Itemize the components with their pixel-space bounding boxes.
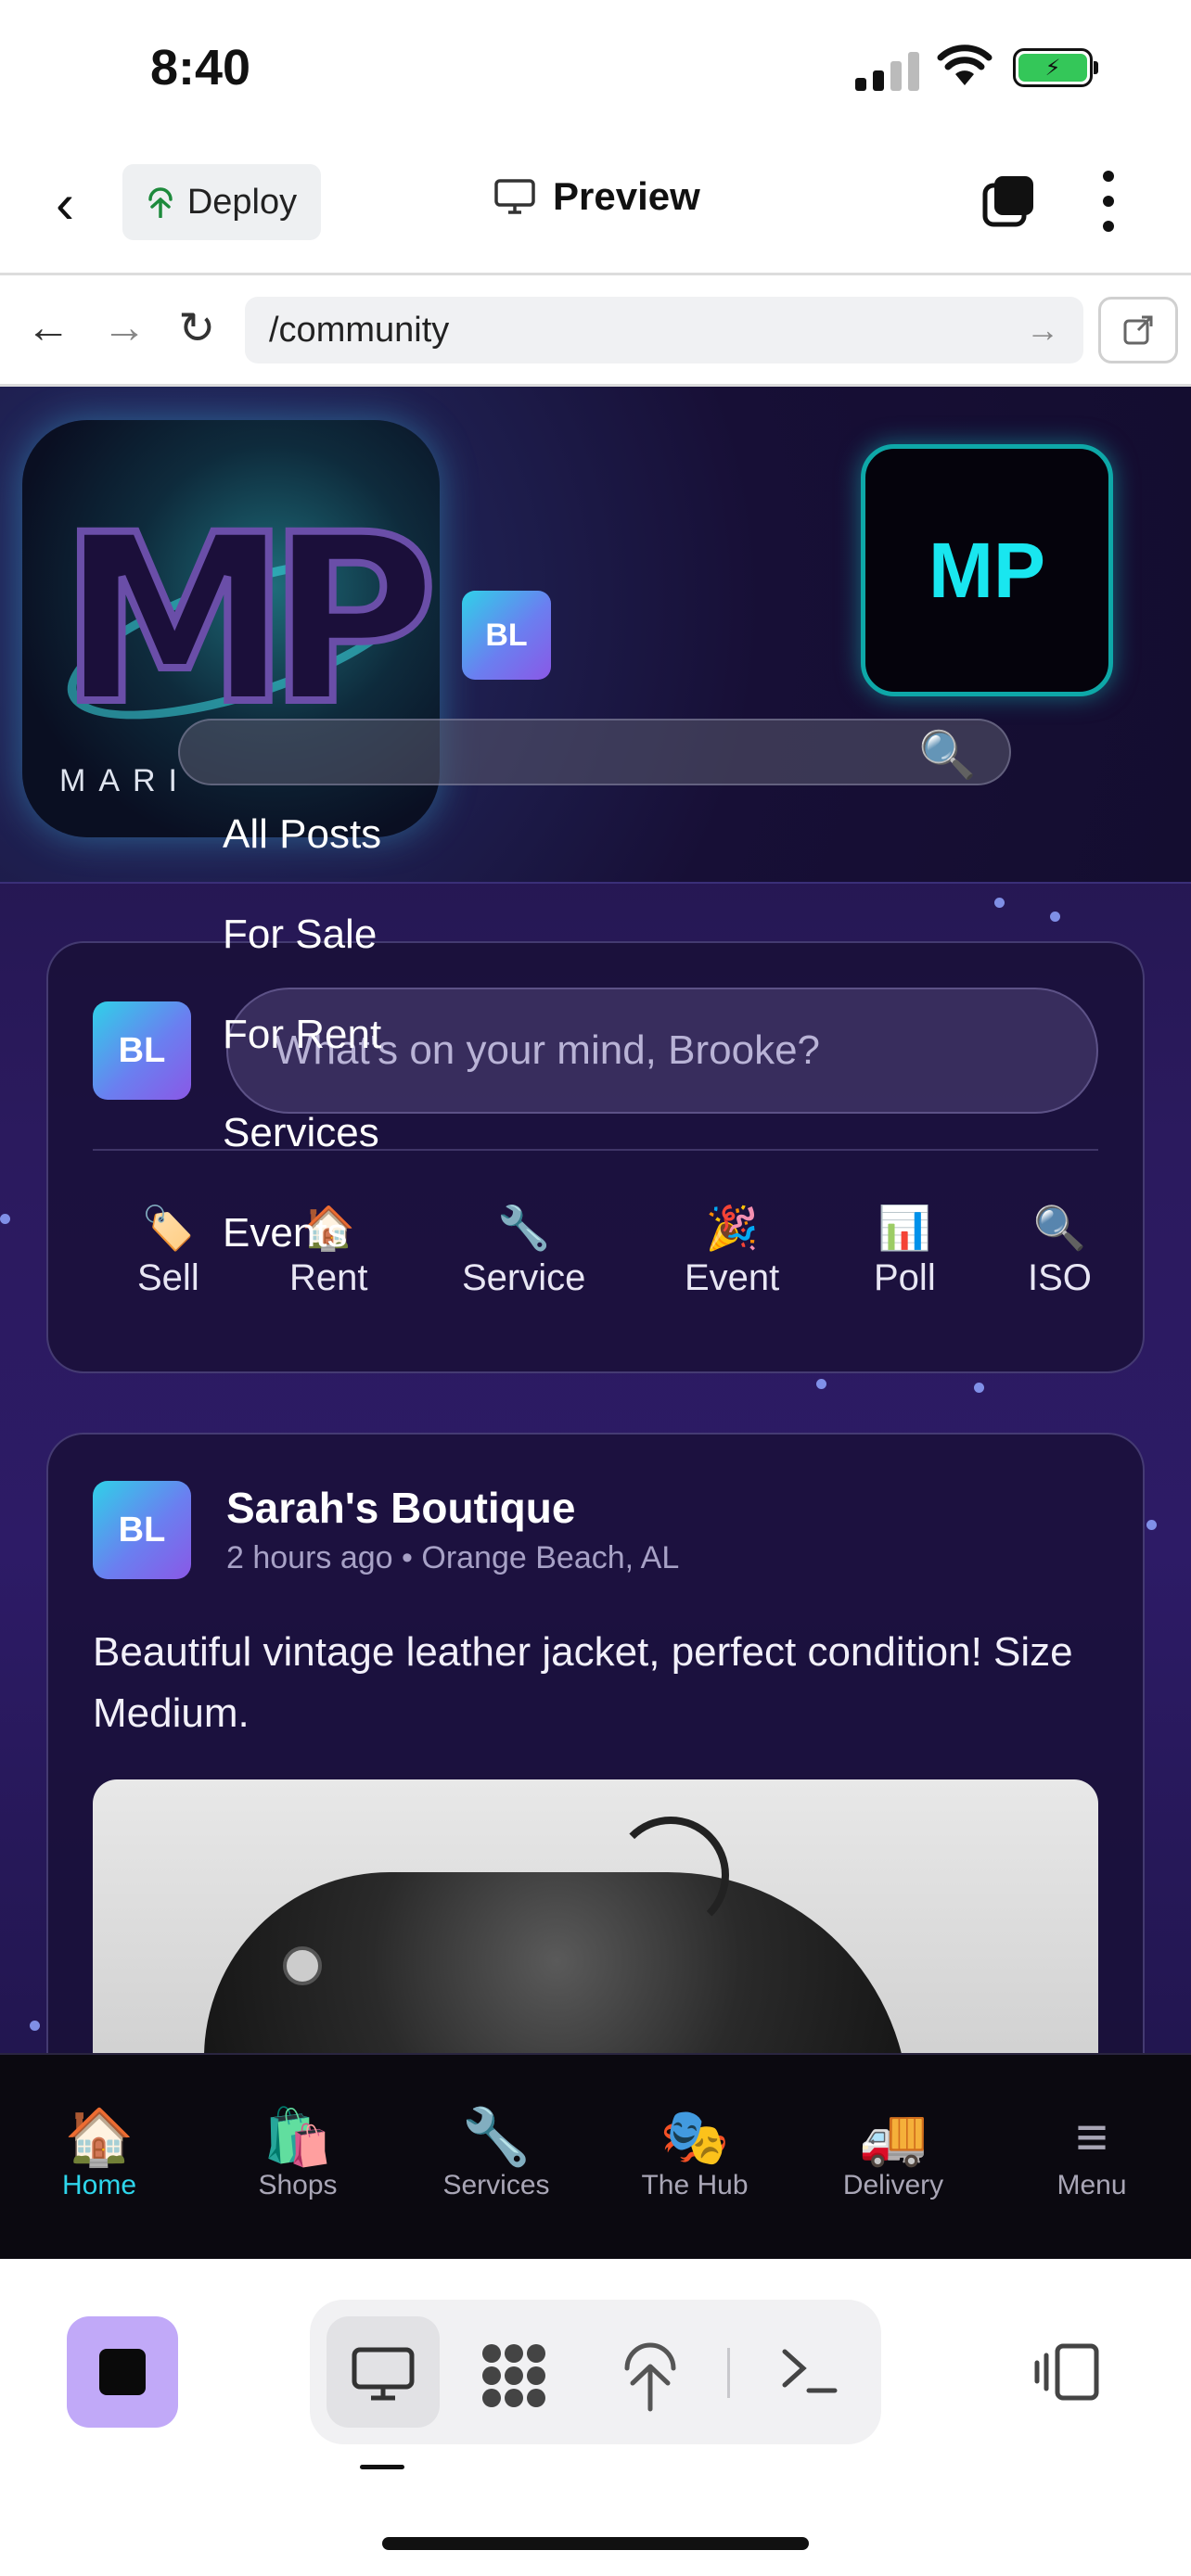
action-label: Sell [137, 1257, 199, 1298]
more-options-icon[interactable] [1095, 171, 1122, 232]
app-viewport: MP MARI BL MP 🔍 BL What's on your mind, … [0, 387, 1191, 2053]
reload-icon[interactable]: ↻ [178, 302, 215, 354]
divider [0, 273, 1191, 275]
post-meta: 2 hours ago • Orange Beach, AL [226, 1540, 680, 1575]
deploy-icon[interactable] [621, 2339, 679, 2413]
search-icon[interactable]: 🔍 [918, 728, 976, 783]
tab-home[interactable]: 🏠 Home [6, 2105, 192, 2201]
party-icon: 🎉 [705, 1204, 759, 1252]
divider [727, 2348, 730, 2398]
battery-charging-icon: ⚡ [1013, 48, 1098, 87]
wrench-icon: 🔧 [461, 2106, 531, 2168]
tab-delivery[interactable]: 🚚 Delivery [800, 2105, 986, 2201]
tag-icon: 🏷️ [141, 1204, 195, 1252]
go-arrow-icon[interactable]: → [1026, 311, 1059, 350]
deploy-icon [148, 187, 173, 218]
grid-dots-icon[interactable] [479, 2340, 549, 2411]
sell-action[interactable]: 🏷️ Sell [137, 1203, 199, 1299]
url-text: /community [269, 310, 450, 350]
action-label: Rent [289, 1257, 368, 1298]
stop-icon [99, 2349, 146, 2395]
monitor-icon[interactable] [351, 2346, 416, 2402]
cellular-signal-icon [855, 48, 919, 91]
deploy-label: Deploy [186, 182, 298, 222]
action-label: Service [462, 1257, 586, 1298]
browser-back-icon[interactable]: ← [26, 302, 70, 353]
tab-label: The Hub [641, 2170, 749, 2200]
user-avatar[interactable]: BL [462, 591, 551, 680]
theater-masks-icon: 🎭 [660, 2106, 730, 2168]
house-icon: 🏠 [64, 2106, 134, 2168]
preview-toggle[interactable]: Preview [493, 174, 700, 219]
community-header: MP MARI BL MP 🔍 [0, 387, 1191, 884]
magnifier-icon: 🔍 [1032, 1204, 1087, 1252]
stop-button[interactable] [67, 2316, 178, 2428]
back-chevron-icon[interactable]: ‹ [56, 176, 74, 232]
iso-action[interactable]: 🔍 ISO [1028, 1203, 1092, 1299]
tab-label: Delivery [842, 2170, 944, 2200]
post-author-name[interactable]: Sarah's Boutique [226, 1483, 575, 1533]
tab-label: Home [61, 2170, 137, 2200]
deploy-button[interactable]: Deploy [122, 164, 321, 240]
wifi-icon [937, 45, 992, 85]
tab-label: Services [442, 2170, 550, 2200]
tab-menu[interactable]: ≡ Menu [999, 2105, 1185, 2201]
action-label: Event [685, 1257, 780, 1298]
filter-events[interactable]: Events [223, 1210, 348, 1256]
post-author-avatar[interactable]: BL [93, 1481, 191, 1579]
filter-all-posts[interactable]: All Posts [223, 811, 381, 858]
delivery-truck-icon: 🚚 [858, 2106, 928, 2168]
post-body: Beautiful vintage leather jacket, perfec… [93, 1629, 1073, 1736]
wrench-icon: 🔧 [497, 1204, 551, 1252]
tab-label: Shops [258, 2170, 338, 2200]
action-label: ISO [1028, 1257, 1092, 1298]
filter-services[interactable]: Services [223, 1110, 379, 1156]
event-action[interactable]: 🎉 Event [685, 1203, 779, 1299]
device-layout-icon[interactable] [1033, 2342, 1100, 2402]
mp-badge[interactable]: MP [861, 444, 1113, 696]
search-input[interactable] [178, 719, 1011, 785]
composer-avatar: BL [93, 1001, 191, 1100]
bottom-tab-bar: 🏠 Home 🛍️ Shops 🔧 Services 🎭 The Hub 🚚 Delive… [0, 2053, 1191, 2259]
logo-wordmark: MARI [59, 763, 190, 798]
poll-action[interactable]: 📊 Poll [874, 1203, 936, 1299]
url-field[interactable]: /community → [245, 297, 1083, 363]
monitor-icon [494, 179, 535, 214]
post-image[interactable] [93, 1779, 1098, 2053]
filter-for-sale[interactable]: For Sale [223, 912, 377, 958]
shopping-bags-icon: 🛍️ [263, 2106, 333, 2168]
selected-indicator [360, 2465, 404, 2469]
hamburger-menu-icon: ≡ [1075, 2106, 1108, 2168]
browser-forward-icon[interactable]: → [102, 302, 147, 353]
action-label: Poll [874, 1257, 936, 1298]
preview-label: Preview [553, 174, 700, 218]
chart-icon: 📊 [877, 1204, 931, 1252]
home-indicator [382, 2537, 809, 2550]
tab-services[interactable]: 🔧 Services [403, 2105, 589, 2201]
status-time: 8:40 [150, 40, 251, 96]
tab-label: Menu [1057, 2170, 1127, 2200]
terminal-icon[interactable] [779, 2344, 839, 2396]
tabs-icon[interactable] [981, 174, 1035, 228]
tab-the-hub[interactable]: 🎭 The Hub [602, 2105, 788, 2201]
open-external-icon[interactable] [1098, 297, 1178, 363]
filter-for-rent[interactable]: For Rent [223, 1012, 381, 1058]
service-action[interactable]: 🔧 Service [462, 1203, 585, 1299]
tab-shops[interactable]: 🛍️ Shops [205, 2105, 391, 2201]
